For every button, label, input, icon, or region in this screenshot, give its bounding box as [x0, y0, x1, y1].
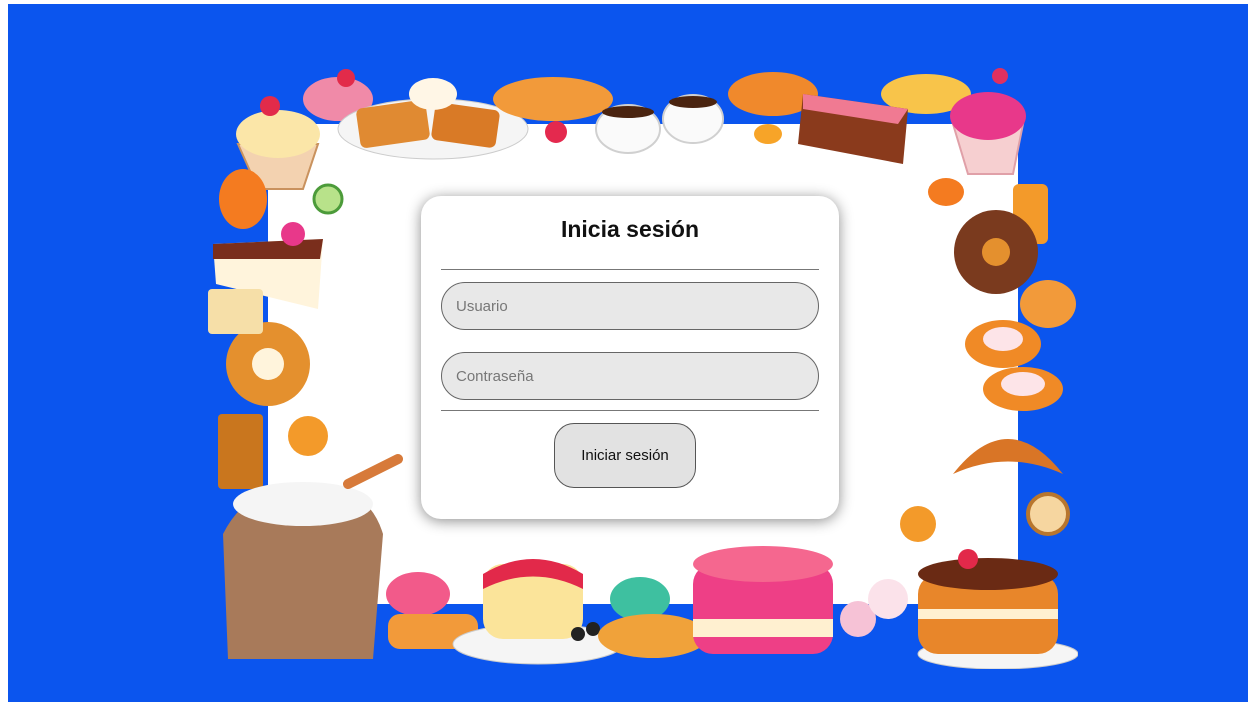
password-input[interactable]: [441, 352, 819, 400]
croissant-icon: [493, 77, 613, 121]
croissant-icon: [598, 614, 708, 658]
meringue-icon: [840, 579, 908, 637]
login-title: Inicia sesión: [560, 216, 700, 242]
pudding-icon: [452, 559, 624, 665]
bottom-divider: [441, 410, 819, 411]
swiss-roll-icon: [900, 492, 1070, 542]
pastry-icon: [965, 280, 1076, 411]
username-input[interactable]: [441, 282, 819, 330]
layer-cake-icon: [693, 546, 833, 654]
lollipop-icon: [312, 183, 344, 215]
orange-slice-icon: [219, 169, 267, 229]
login-card: Inicia sesión Iniciar sesión: [421, 196, 839, 519]
bagel-icon: [226, 322, 310, 406]
layer-cake-icon: [917, 549, 1078, 669]
login-button[interactable]: Iniciar sesión: [554, 423, 696, 488]
donut-icon: [954, 210, 1038, 294]
page-background: Inicia sesión Iniciar sesión: [8, 4, 1248, 702]
top-divider: [441, 269, 819, 270]
croissant-icon: [953, 439, 1063, 474]
